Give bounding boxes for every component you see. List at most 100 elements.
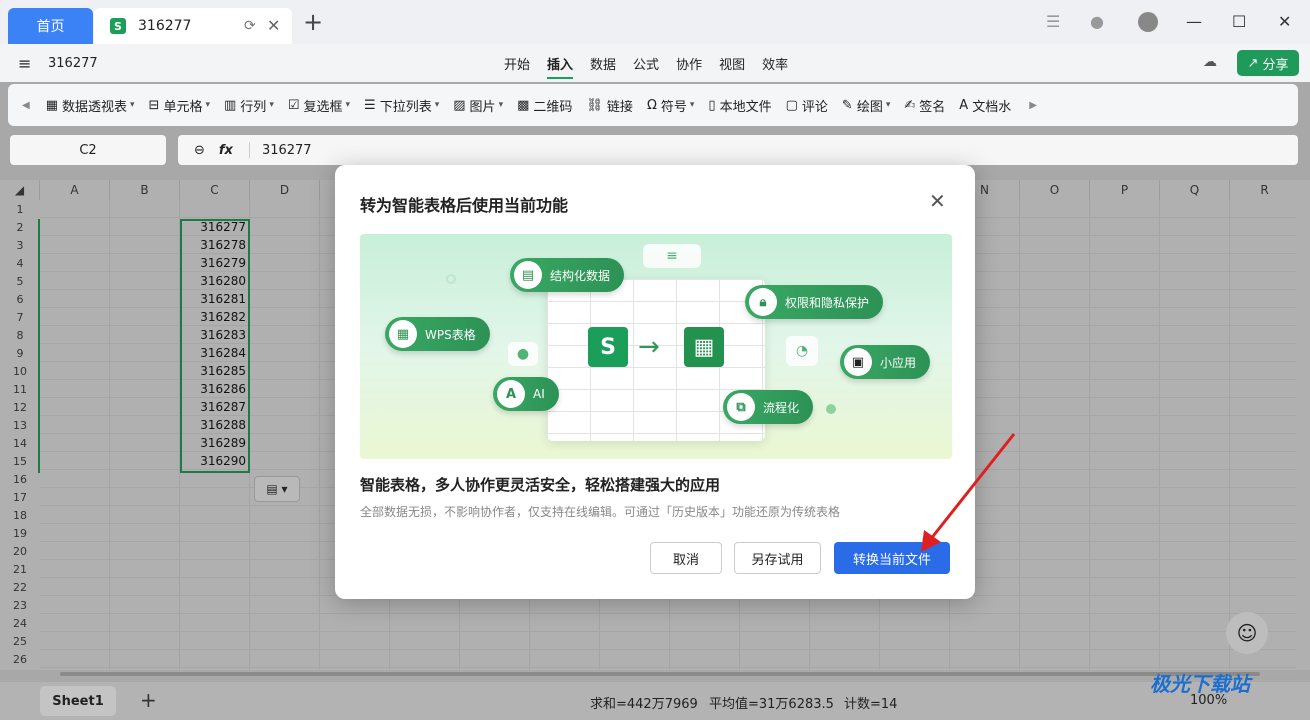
row-header[interactable]: 17 <box>0 488 40 506</box>
row-header[interactable]: 25 <box>0 632 40 650</box>
vertical-scrollbar[interactable] <box>1296 180 1310 670</box>
share-button[interactable]: ↗ 分享 <box>1237 50 1299 76</box>
comment-icon: ▢ <box>785 97 798 113</box>
menu-tab-1[interactable]: 插入 <box>547 54 574 79</box>
row-header[interactable]: 21 <box>0 560 40 578</box>
column-header[interactable]: D <box>250 180 320 200</box>
row-header[interactable]: 19 <box>0 524 40 542</box>
pill-permissions: 🔒︎ 权限和隐私保护 <box>745 285 884 319</box>
avatar[interactable] <box>1138 12 1158 32</box>
row-header[interactable]: 11 <box>0 380 40 398</box>
row-header[interactable]: 8 <box>0 326 40 344</box>
file-icon: ▯ <box>708 97 716 113</box>
close-tab-icon[interactable]: ✕ <box>267 16 280 35</box>
paste-options-button[interactable]: ▤ ▾ <box>254 476 300 502</box>
maximize-icon[interactable]: ☐ <box>1232 12 1246 31</box>
row-header[interactable]: 18 <box>0 506 40 524</box>
list-icon[interactable]: ☰ <box>1046 12 1060 31</box>
column-header[interactable]: B <box>110 180 180 200</box>
column-header[interactable]: Q <box>1160 180 1230 200</box>
sheet-tab[interactable]: Sheet1 <box>40 686 116 716</box>
zoom-lookup-icon[interactable]: ⊖ <box>194 143 205 158</box>
reload-icon[interactable]: ⟳ <box>244 18 256 34</box>
chevron-down-icon: ▾ <box>885 100 891 110</box>
ribbon-item-11[interactable]: ✎ 绘图 ▾ <box>842 96 890 115</box>
menu-tab-0[interactable]: 开始 <box>504 54 530 79</box>
tab-document[interactable]: S 316277 ⟳ ✕ <box>94 8 292 44</box>
row-header[interactable]: 24 <box>0 614 40 632</box>
new-tab-button[interactable]: + <box>303 10 323 34</box>
column-header[interactable]: A <box>40 180 110 200</box>
row-header[interactable]: 9 <box>0 344 40 362</box>
menu-tab-4[interactable]: 协作 <box>676 54 702 79</box>
cancel-button[interactable]: 取消 <box>650 542 722 574</box>
row-header[interactable]: 14 <box>0 434 40 452</box>
row-header[interactable]: 7 <box>0 308 40 326</box>
ribbon-item-2[interactable]: ▥ 行列 ▾ <box>224 96 274 115</box>
row-header[interactable]: 1 <box>0 200 40 218</box>
minimize-icon[interactable]: — <box>1186 12 1202 31</box>
row-header[interactable]: 20 <box>0 542 40 560</box>
row-header[interactable]: 3 <box>0 236 40 254</box>
ribbon-item-3[interactable]: ☑ 复选框 ▾ <box>288 96 350 115</box>
browser-tab-bar: 首页 S 316277 ⟳ ✕ + ☰ ● — ☐ ✕ <box>0 0 1310 44</box>
ribbon-item-12[interactable]: ✍ 签名 <box>904 96 945 115</box>
divider <box>248 142 250 158</box>
ribbon-item-10[interactable]: ▢ 评论 <box>786 96 828 115</box>
pill-wps-sheet: ▦ WPS表格 <box>385 317 490 351</box>
grid-line <box>40 631 1296 632</box>
name-box[interactable]: C2 <box>10 135 166 165</box>
save-as-trial-button[interactable]: 另存试用 <box>734 542 821 574</box>
menu-tab-2[interactable]: 数据 <box>590 54 616 79</box>
ribbon-item-1[interactable]: ⊟ 单元格 ▾ <box>149 96 210 115</box>
fx-icon[interactable]: fx <box>219 143 233 158</box>
ribbon-item-0[interactable]: ▦ 数据透视表 ▾ <box>46 96 135 115</box>
row-header[interactable]: 6 <box>0 290 40 308</box>
row-header[interactable]: 15 <box>0 452 40 470</box>
ribbon-item-4[interactable]: ☰ 下拉列表 ▾ <box>364 96 439 115</box>
row-header[interactable]: 4 <box>0 254 40 272</box>
row-header[interactable]: 10 <box>0 362 40 380</box>
menu-tab-3[interactable]: 公式 <box>633 54 659 79</box>
column-header[interactable]: C <box>180 180 250 200</box>
ribbon-item-6[interactable]: ▩ 二维码 <box>517 96 572 115</box>
menu-tab-5[interactable]: 视图 <box>719 54 745 79</box>
row-header[interactable]: 12 <box>0 398 40 416</box>
app-icon: ▣ <box>844 348 872 376</box>
row-header[interactable]: 26 <box>0 650 40 668</box>
convert-file-button[interactable]: 转换当前文件 <box>834 542 950 574</box>
scroll-thumb[interactable] <box>60 672 1260 676</box>
ribbon-item-label: 行列 <box>240 99 267 115</box>
row-header[interactable]: 13 <box>0 416 40 434</box>
ribbon-item-13[interactable]: A 文档水 <box>959 96 1011 115</box>
chat-icon[interactable]: ● <box>1090 12 1104 31</box>
window-close-icon[interactable]: ✕ <box>1278 12 1291 31</box>
ribbon-scroll-right-icon[interactable]: ▶ <box>1029 100 1037 111</box>
select-all-corner[interactable]: ◢ <box>0 180 40 200</box>
ribbon-scroll-left-icon[interactable]: ◀ <box>22 100 30 111</box>
link-icon: ⛓ <box>586 97 603 113</box>
column-header[interactable]: P <box>1090 180 1160 200</box>
row-header[interactable]: 5 <box>0 272 40 290</box>
ribbon-item-9[interactable]: ▯ 本地文件 <box>708 96 771 115</box>
horizontal-scrollbar[interactable] <box>60 670 1296 678</box>
row-header[interactable]: 16 <box>0 470 40 488</box>
row-header[interactable]: 23 <box>0 596 40 614</box>
row-header[interactable]: 2 <box>0 218 40 236</box>
tab-home[interactable]: 首页 <box>8 8 93 44</box>
column-header[interactable]: O <box>1020 180 1090 200</box>
column-header[interactable]: R <box>1230 180 1300 200</box>
ribbon-item-5[interactable]: ▨ 图片 ▾ <box>453 96 503 115</box>
cloud-sync-icon[interactable]: ☁ <box>1203 54 1217 70</box>
assistant-icon[interactable]: ☺ <box>1226 612 1268 654</box>
ribbon-item-7[interactable]: ⛓ 链接 <box>586 96 633 115</box>
menu-tab-6[interactable]: 效率 <box>762 54 788 79</box>
formula-input[interactable]: 316277 <box>262 143 312 158</box>
dialog-close-icon[interactable]: ✕ <box>929 189 946 213</box>
ribbon-item-8[interactable]: Ω 符号 ▾ <box>647 96 694 115</box>
hamburger-menu-icon[interactable]: ≡ <box>18 54 31 73</box>
row-header[interactable]: 22 <box>0 578 40 596</box>
ribbon-item-label: 二维码 <box>533 99 573 115</box>
row-selection-indicator <box>38 219 40 473</box>
add-sheet-button[interactable]: + <box>140 688 157 712</box>
